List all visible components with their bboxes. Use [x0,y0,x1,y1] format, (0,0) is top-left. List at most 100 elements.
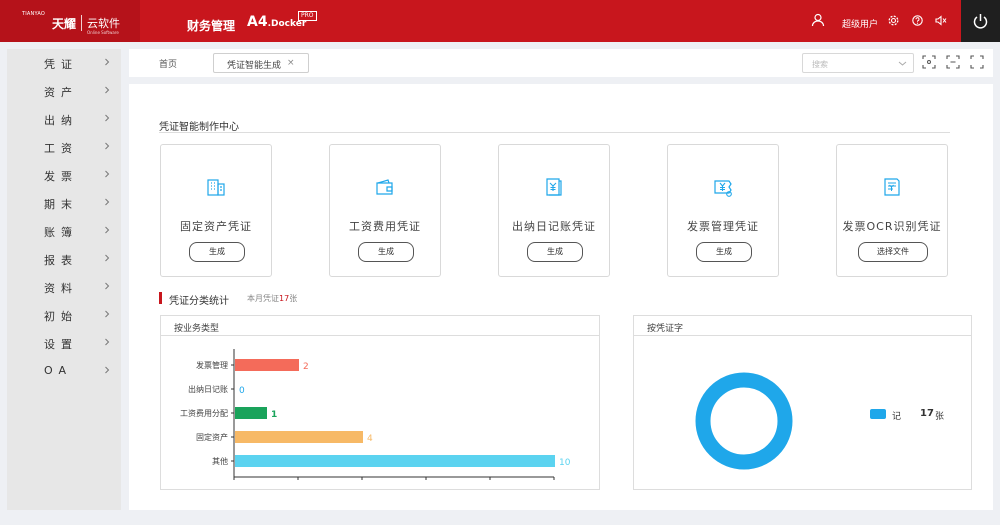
bar-3 [235,431,363,443]
bar-category-label: 其他 [212,456,228,466]
section-title: 凭证智能制作中心 [159,122,239,133]
locate-icon[interactable] [922,55,936,69]
ocr-scan-icon [884,178,900,196]
generate-button[interactable]: 生成 [696,242,752,262]
panel-by-voucher-word: 按凭证字 记 17 张 [633,315,972,490]
chevron-right-icon [105,226,110,234]
building-icon [207,179,225,196]
bar-0 [235,359,299,371]
sidebar-item-cashier[interactable]: 出纳 [7,105,121,133]
close-icon[interactable]: × [287,58,295,68]
invoice-money-icon [714,180,732,197]
sidebar-item-initial[interactable]: 初始 [7,301,121,329]
bar-category-label: 出纳日记账 [188,384,228,394]
product-name-main: A4 [247,14,268,30]
bar-value-label: 0 [239,386,245,396]
chevron-right-icon [105,142,110,150]
card-invoice-ocr: 发票OCR识别凭证 选择文件 [836,144,948,277]
user-name[interactable]: 超级用户 [842,17,878,30]
sidebar-item-assets[interactable]: 资产 [7,77,121,105]
sidebar-item-ledger[interactable]: 账簿 [7,217,121,245]
sidebar-item-settings[interactable]: 设置 [7,329,121,357]
panel-header: 按凭证字 [634,316,971,336]
bar-4 [235,455,555,467]
chevron-right-icon [105,254,110,262]
sidebar: 凭证 资产 出纳 工资 发票 期末 账簿 报表 资料 初始 设置 OA [7,49,121,510]
donut-slice-ji [695,372,793,470]
choose-file-button[interactable]: 选择文件 [858,242,928,262]
card-title: 出纳日记账凭证 [512,220,596,233]
fullscreen-icon[interactable] [970,55,984,69]
panel-by-business-type: 按业务类型 发票管理 2 出纳日记账 0 工资费用分配 1 固定资产 4 其他 10 [160,315,600,490]
tab-label: 凭证智能生成 [227,61,282,71]
sidebar-item-payroll[interactable]: 工资 [7,133,121,161]
sidebar-item-label: OA [44,364,72,377]
tab-home[interactable]: 首页 [159,57,177,70]
tab-voucher-generation[interactable]: 凭证智能生成 × [213,53,309,73]
panel-header: 按业务类型 [161,316,599,336]
legend-swatch [870,409,886,419]
bar-value-label: 4 [367,434,373,444]
panel-title: 按业务类型 [174,324,220,334]
pro-badge: PRO [298,11,317,21]
logo[interactable]: TIANYAO 天耀 云软件 Online Software [0,0,140,42]
sidebar-item-label: 出纳 [44,114,78,127]
legend-unit: 张 [935,412,945,422]
bar-category-label: 发票管理 [196,360,228,370]
search-placeholder: 搜索 [812,60,828,69]
section-divider [159,132,950,133]
chevron-right-icon [105,170,110,178]
speaker-mute-icon[interactable] [935,15,947,26]
bar-category-label: 固定资产 [196,432,228,442]
panel-title: 按凭证字 [647,324,684,334]
sidebar-item-label: 凭证 [44,58,78,71]
business-type-bar-chart: 发票管理 2 出纳日记账 0 工资费用分配 1 固定资产 4 其他 10 [180,349,571,480]
sidebar-item-label: 发票 [44,170,78,183]
chevron-right-icon [105,198,110,206]
logout-button[interactable] [961,0,1000,42]
card-fixed-asset: 固定资产凭证 生成 [160,144,272,277]
chevron-right-icon [105,338,110,346]
sidebar-item-label: 资料 [44,282,78,295]
card-payroll: 工资费用凭证 生成 [329,144,441,277]
stats-sub-unit: 张 [289,294,298,303]
stats-title: 凭证分类统计 [169,296,229,307]
stats-accent-bar [159,292,162,304]
sidebar-item-label: 期末 [44,198,78,211]
main-content: 凭证智能制作中心 固定资产凭证 生成 工资费用凭证 生成 出纳日记账凭证 生成 … [129,84,993,510]
logo-sub-text: Online Software [87,30,119,35]
logo-brand-text: 天耀 [52,17,77,31]
help-icon[interactable] [912,15,923,26]
search-select[interactable]: 搜索 [802,53,914,73]
logo-separator [81,15,82,31]
generate-button[interactable]: 生成 [189,242,245,262]
sidebar-item-master-data[interactable]: 资料 [7,273,121,301]
generate-button[interactable]: 生成 [527,242,583,262]
sidebar-item-reports[interactable]: 报表 [7,245,121,273]
sidebar-item-label: 初始 [44,310,78,323]
sidebar-item-label: 工资 [44,142,78,155]
sidebar-item-oa[interactable]: OA [7,357,121,385]
user-icon[interactable] [811,13,825,27]
generate-button[interactable]: 生成 [358,242,414,262]
sidebar-item-voucher[interactable]: 凭证 [7,49,121,77]
top-header: TIANYAO 天耀 云软件 Online Software 财务管理 A4.D… [0,0,1000,42]
sidebar-item-period-end[interactable]: 期末 [7,189,121,217]
chevron-down-icon [898,61,907,66]
card-cash-journal: 出纳日记账凭证 生成 [498,144,610,277]
chevron-right-icon [105,366,110,374]
legend-label: 记 [892,412,902,422]
system-name: 财务管理 [187,19,236,33]
tab-bar: 首页 凭证智能生成 × 搜索 [129,49,993,77]
sidebar-item-invoice[interactable]: 发票 [7,161,121,189]
wallet-icon [376,179,393,195]
legend-count: 17 [920,408,934,419]
expand-icon[interactable] [946,55,960,69]
gear-icon[interactable] [888,15,899,26]
stats-sub-prefix: 本月凭证 [247,294,279,303]
bar-value-label: 10 [559,458,571,468]
sidebar-item-label: 设置 [44,338,78,351]
chevron-right-icon [105,282,110,290]
bar-value-label: 1 [271,410,277,420]
card-invoice: 发票管理凭证 生成 [667,144,779,277]
